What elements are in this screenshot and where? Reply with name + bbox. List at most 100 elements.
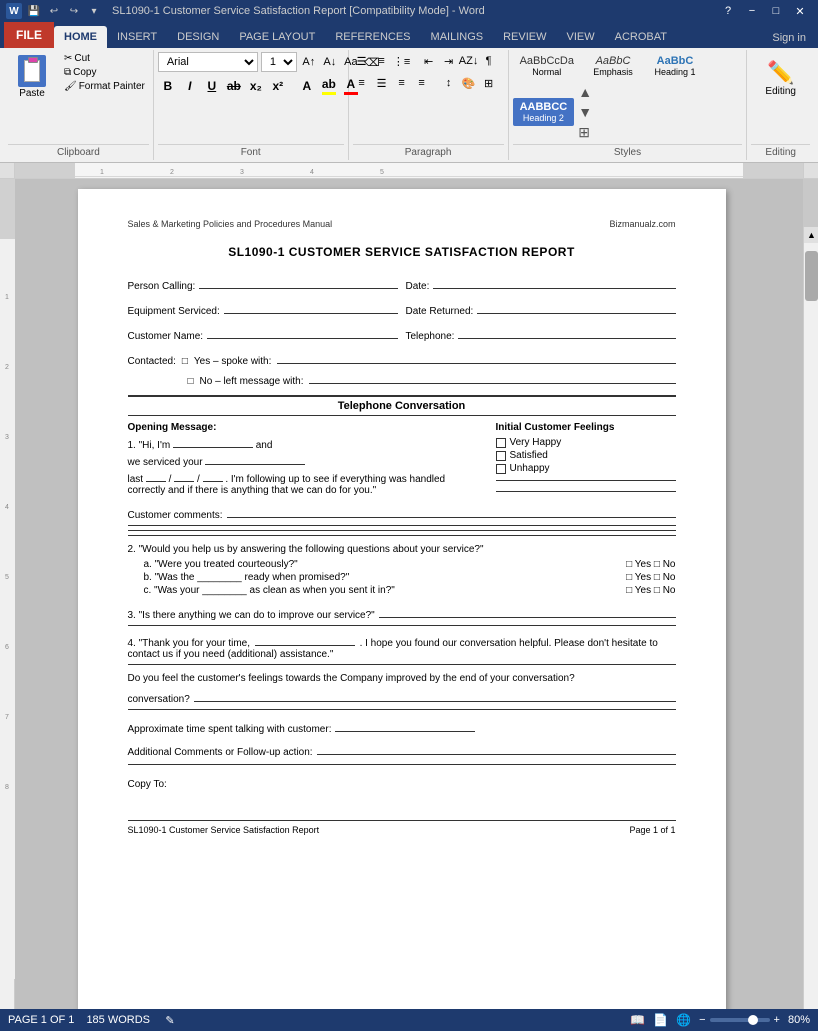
ribbon: Paste ✂ Cut ⧉ Copy 🖌 Format Painter Clip… [0, 48, 818, 163]
strikethrough-button[interactable]: ab [224, 76, 244, 96]
text-effects-button[interactable]: A [297, 76, 317, 96]
center-button[interactable]: ☰ [373, 74, 391, 92]
align-right-button[interactable]: ≡ [393, 74, 411, 92]
svg-text:6: 6 [5, 644, 9, 651]
tab-insert[interactable]: INSERT [107, 26, 167, 48]
feeling-unhappy: Unhappy [496, 463, 676, 474]
highlight-button[interactable]: ab [319, 76, 339, 96]
document-scroll-area[interactable]: Sales & Marketing Policies and Procedure… [15, 179, 803, 1009]
proofing-icon[interactable]: ✎ [162, 1012, 178, 1028]
numbering-button[interactable]: ≡ [373, 52, 391, 70]
q2-label: 2. "Would you help us by answering the f… [128, 544, 676, 555]
scroll-up-btn[interactable]: ▲ [804, 227, 818, 243]
styles-scroll-down[interactable]: ▼ [576, 102, 594, 122]
q2-a-options: □ Yes □ No [626, 559, 675, 570]
tab-home[interactable]: HOME [54, 26, 107, 48]
feeling-unhappy-label: Unhappy [510, 463, 550, 474]
restore-button[interactable]: □ [764, 0, 788, 22]
styles-label: Styles [513, 144, 743, 158]
quick-access-undo[interactable]: ↩ [46, 3, 62, 19]
scroll-thumb[interactable] [805, 251, 818, 301]
style-normal[interactable]: AaBbCcDa Normal [513, 52, 581, 80]
word-icon: W [6, 3, 22, 19]
q3-label: 3. "Is there anything we can do to impro… [128, 610, 375, 621]
q2-c-row: c. "Was your ________ as clean as when y… [144, 585, 676, 596]
italic-button[interactable]: I [180, 76, 200, 96]
vertical-scrollbar[interactable]: ▲ ▼ [803, 227, 818, 1009]
editing-button[interactable]: ✏️ Editing [757, 56, 804, 101]
q2-c-options: □ Yes □ No [626, 585, 675, 596]
shrink-font-button[interactable]: A↓ [321, 53, 339, 71]
zoom-in-button[interactable]: + [774, 1014, 780, 1026]
telephone-label: Telephone: [406, 331, 455, 342]
tab-mailings[interactable]: MAILINGS [421, 26, 494, 48]
minimize-button[interactable]: − [740, 0, 764, 22]
date-returned-label: Date Returned: [406, 306, 474, 317]
styles-scroll-up[interactable]: ▲ [576, 82, 594, 102]
format-painter-button[interactable]: 🖌 Format Painter [60, 80, 149, 93]
superscript-button[interactable]: x² [268, 76, 288, 96]
align-left-button[interactable]: ≡ [353, 74, 371, 92]
doc-header: Sales & Marketing Policies and Procedure… [128, 219, 676, 229]
additional-comments-line [128, 764, 676, 765]
style-heading1[interactable]: AaBbC Heading 1 [645, 52, 705, 80]
font-group: Arial 12 A↑ A↓ Aa ⌫ B I U ab x₂ x² A [154, 50, 349, 160]
view-read-button[interactable]: 📖 [630, 1013, 645, 1027]
tab-file[interactable]: FILE [4, 22, 54, 48]
q2-c-text: c. "Was your ________ as clean as when y… [144, 585, 627, 596]
subscript-button[interactable]: x₂ [246, 76, 266, 96]
q4-section: 4. "Thank you for your time, . I hope yo… [128, 634, 676, 665]
quick-access-customize[interactable]: ▾ [86, 3, 102, 19]
increase-indent-button[interactable]: ⇥ [440, 52, 458, 70]
close-button[interactable]: ✕ [788, 0, 812, 22]
sign-in[interactable]: Sign in [764, 28, 814, 48]
paste-button[interactable]: Paste [8, 52, 56, 102]
justify-button[interactable]: ≡ [413, 74, 431, 92]
tab-acrobat[interactable]: ACROBAT [605, 26, 677, 48]
help-button[interactable]: ? [716, 0, 740, 22]
form-row-1: Person Calling: Date: [128, 275, 676, 292]
main-area: 1 2 3 4 5 6 7 8 Sales & Marketing Polici… [0, 179, 818, 1009]
tab-page-layout[interactable]: PAGE LAYOUT [229, 26, 325, 48]
font-name-select[interactable]: Arial [158, 52, 258, 72]
sort-button[interactable]: AZ↓ [460, 52, 478, 70]
customer-comments-label: Customer comments: [128, 510, 223, 521]
cut-button[interactable]: ✂ Cut [60, 52, 149, 65]
zoom-thumb[interactable] [748, 1015, 758, 1025]
person-calling-line [199, 275, 397, 289]
line-spacing-button[interactable]: ↕ [440, 74, 458, 92]
font-size-select[interactable]: 12 [261, 52, 297, 72]
zoom-out-button[interactable]: − [699, 1014, 705, 1026]
opening-message-label: Opening Message: [128, 422, 486, 433]
underline-button[interactable]: U [202, 76, 222, 96]
borders-button[interactable]: ⊞ [480, 74, 498, 92]
editing-group: ✏️ Editing Editing [747, 50, 814, 160]
show-formatting-button[interactable]: ¶ [480, 52, 498, 70]
tab-view[interactable]: VIEW [557, 26, 605, 48]
zoom-slider[interactable] [710, 1018, 770, 1022]
tab-review[interactable]: REVIEW [493, 26, 556, 48]
tab-references[interactable]: REFERENCES [325, 26, 420, 48]
style-emphasis[interactable]: AaBbC Emphasis [583, 52, 643, 80]
decrease-indent-button[interactable]: ⇤ [420, 52, 438, 70]
bullets-button[interactable]: ☰ [353, 52, 371, 70]
q2-a-row: a. "Were you treated courteously?" □ Yes… [144, 559, 676, 570]
copy-button[interactable]: ⧉ Copy [60, 66, 149, 79]
quick-access-save[interactable]: 💾 [26, 3, 42, 19]
zoom-level: 80% [788, 1014, 810, 1026]
ribbon-tabs: FILE HOME INSERT DESIGN PAGE LAYOUT REFE… [0, 22, 818, 48]
paragraph-group: ☰ ≡ ⋮≡ ⇤ ⇥ AZ↓ ¶ ≡ ☰ ≡ ≡ ↕ 🎨 [349, 50, 509, 160]
svg-text:5: 5 [5, 574, 9, 581]
tab-design[interactable]: DESIGN [167, 26, 229, 48]
multilevel-list-button[interactable]: ⋮≡ [393, 52, 411, 70]
bold-button[interactable]: B [158, 76, 178, 96]
shading-button[interactable]: 🎨 [460, 74, 478, 92]
styles-more[interactable]: ⊞ [576, 122, 594, 143]
style-heading2[interactable]: AABBCC Heading 2 [513, 98, 575, 126]
quick-access-redo[interactable]: ↪ [66, 3, 82, 19]
view-web-button[interactable]: 🌐 [676, 1013, 691, 1027]
view-print-button[interactable]: 📄 [653, 1013, 668, 1027]
additional-comments-row: Additional Comments or Follow-up action: [128, 741, 676, 758]
grow-font-button[interactable]: A↑ [300, 53, 318, 71]
form-row-2: Equipment Serviced: Date Returned: [128, 300, 676, 317]
